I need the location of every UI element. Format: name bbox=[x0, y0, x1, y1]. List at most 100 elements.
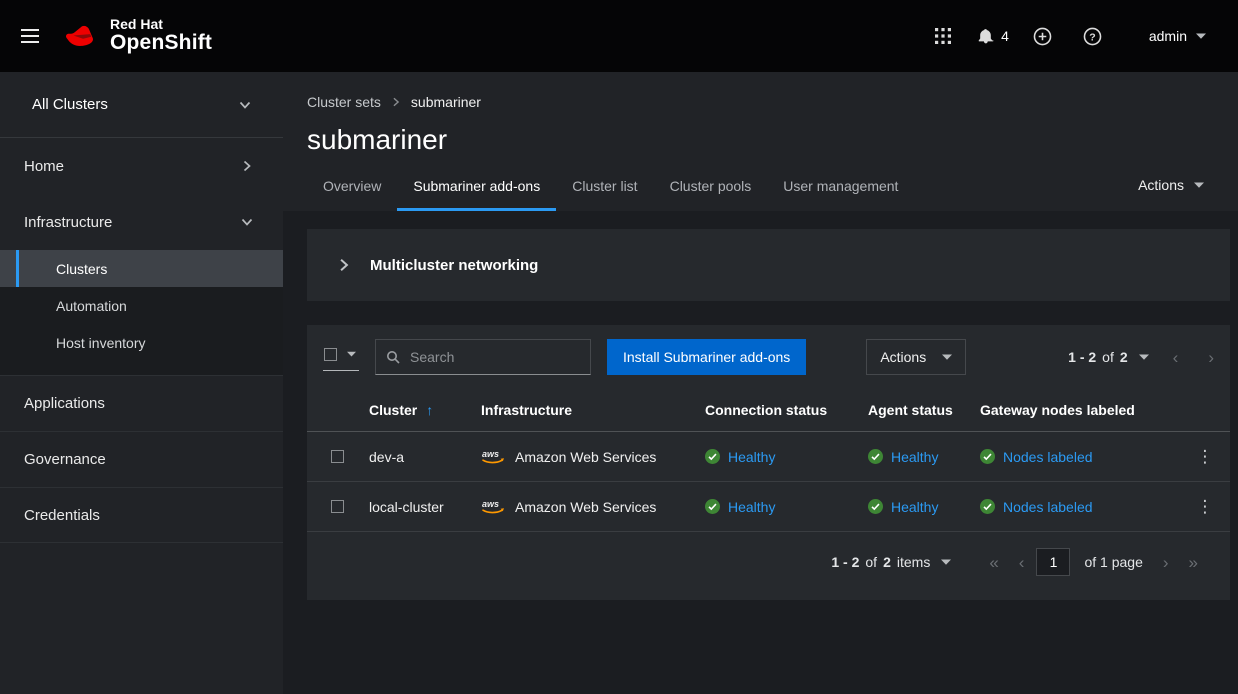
header-checkbox-spacer bbox=[307, 397, 369, 423]
cluster-name: local-cluster bbox=[369, 499, 481, 515]
gateway-nodes-link[interactable]: Nodes labeled bbox=[1003, 499, 1093, 515]
app-launcher-button[interactable] bbox=[923, 16, 963, 56]
pagination-total: 2 bbox=[883, 554, 891, 570]
pagination-of-label: of bbox=[865, 554, 877, 570]
tab-overview[interactable]: Overview bbox=[307, 164, 397, 211]
check-circle-icon bbox=[980, 449, 995, 464]
user-menu-dropdown[interactable]: admin bbox=[1143, 27, 1212, 45]
select-all-checkbox[interactable] bbox=[324, 348, 337, 361]
sidebar-item-clusters[interactable]: Clusters bbox=[0, 250, 283, 287]
agent-status-link[interactable]: Healthy bbox=[891, 449, 938, 465]
check-circle-icon bbox=[868, 499, 883, 514]
column-header-connection-status: Connection status bbox=[705, 389, 868, 431]
cluster-selector-dropdown[interactable]: All Clusters bbox=[0, 72, 283, 138]
pagination-items-menu[interactable]: 1 - 2 of 2 items bbox=[831, 554, 951, 570]
table-header-row: Cluster ↑ Infrastructure Connection stat… bbox=[307, 389, 1230, 432]
sidebar-credentials-label: Credentials bbox=[24, 507, 100, 524]
bell-icon bbox=[977, 28, 994, 45]
check-circle-icon bbox=[980, 499, 995, 514]
toolbar-actions-label: Actions bbox=[880, 349, 926, 365]
expand-toggle-button[interactable] bbox=[337, 258, 351, 272]
row-checkbox[interactable] bbox=[331, 500, 344, 513]
prev-page-button[interactable]: ‹ bbox=[1173, 349, 1179, 366]
svg-text:?: ? bbox=[1090, 31, 1096, 43]
caret-down-icon bbox=[347, 351, 356, 357]
infrastructure-label: Amazon Web Services bbox=[515, 499, 656, 515]
row-kebab-menu[interactable]: ⋮ bbox=[1191, 448, 1220, 465]
breadcrumb-current: submariner bbox=[411, 92, 481, 112]
help-button[interactable]: ? bbox=[1073, 16, 1113, 56]
infrastructure-subnav: Clusters Automation Host inventory bbox=[0, 250, 283, 375]
breadcrumb: Cluster sets submariner bbox=[307, 92, 1214, 112]
search-input[interactable] bbox=[408, 348, 580, 366]
chevron-down-icon bbox=[239, 99, 251, 111]
gateway-nodes-link[interactable]: Nodes labeled bbox=[1003, 449, 1093, 465]
column-header-cluster[interactable]: Cluster ↑ bbox=[369, 402, 473, 418]
sidebar-item-governance[interactable]: Governance bbox=[0, 431, 283, 487]
page-actions-label: Actions bbox=[1138, 177, 1184, 193]
check-circle-icon bbox=[705, 449, 720, 464]
last-page-button[interactable]: » bbox=[1189, 554, 1198, 571]
notifications-button[interactable]: 4 bbox=[973, 16, 1013, 56]
bottom-pagination: 1 - 2 of 2 items « ‹ of 1 page › » bbox=[307, 532, 1230, 600]
sidebar-item-host-inventory[interactable]: Host inventory bbox=[0, 324, 283, 361]
tab-user-management[interactable]: User management bbox=[767, 164, 914, 211]
brand-openshift-label: OpenShift bbox=[110, 32, 212, 55]
bulk-select-dropdown[interactable] bbox=[323, 344, 359, 371]
pagination-nav-right: › » bbox=[1163, 554, 1198, 571]
prev-page-button[interactable]: ‹ bbox=[1019, 554, 1025, 571]
next-page-button[interactable]: › bbox=[1208, 349, 1214, 366]
sidebar-item-infrastructure[interactable]: Infrastructure bbox=[0, 194, 283, 250]
tab-submariner-add-ons[interactable]: Submariner add-ons bbox=[397, 164, 556, 211]
openshift-logo: Red Hat OpenShift bbox=[64, 17, 212, 55]
next-page-button[interactable]: › bbox=[1163, 554, 1169, 571]
chevron-right-icon bbox=[337, 258, 351, 272]
first-page-button[interactable]: « bbox=[989, 554, 998, 571]
current-page-input[interactable] bbox=[1036, 548, 1070, 576]
page-of-label: of 1 page bbox=[1084, 554, 1142, 570]
sidebar-item-automation[interactable]: Automation bbox=[0, 287, 283, 324]
tab-cluster-list[interactable]: Cluster list bbox=[556, 164, 653, 211]
masthead: Red Hat OpenShift 4 ? admin bbox=[0, 0, 1238, 72]
pagination-of-label: of bbox=[1102, 349, 1114, 365]
caret-down-icon bbox=[1196, 33, 1206, 39]
username-label: admin bbox=[1149, 28, 1187, 44]
caret-down-icon bbox=[1194, 182, 1204, 188]
agent-status-link[interactable]: Healthy bbox=[891, 499, 938, 515]
connection-status-link[interactable]: Healthy bbox=[728, 449, 775, 465]
sidebar-item-home[interactable]: Home bbox=[0, 138, 283, 194]
sidebar-governance-label: Governance bbox=[24, 451, 106, 468]
pagination-options-menu[interactable]: 1 - 2 of 2 bbox=[1068, 349, 1149, 365]
tabs: Overview Submariner add-ons Cluster list… bbox=[307, 164, 914, 211]
page-actions-dropdown[interactable]: Actions bbox=[1138, 177, 1214, 211]
infrastructure-cell: aws Amazon Web Services bbox=[481, 448, 705, 465]
pagination-nav-left: « ‹ bbox=[989, 554, 1024, 571]
toolbar-actions-dropdown[interactable]: Actions bbox=[866, 339, 966, 375]
tab-cluster-pools[interactable]: Cluster pools bbox=[654, 164, 768, 211]
import-cluster-button[interactable] bbox=[1023, 16, 1063, 56]
question-circle-icon: ? bbox=[1083, 27, 1102, 46]
install-submariner-addons-button[interactable]: Install Submariner add-ons bbox=[607, 339, 806, 375]
redhat-fedora-icon bbox=[64, 24, 100, 48]
row-kebab-menu[interactable]: ⋮ bbox=[1191, 498, 1220, 515]
pagination-total: 2 bbox=[1120, 349, 1128, 365]
caret-down-icon bbox=[941, 559, 951, 565]
multicluster-networking-card: Multicluster networking bbox=[307, 229, 1230, 301]
search-box bbox=[375, 339, 591, 375]
top-pagination-nav: ‹ › bbox=[1173, 349, 1214, 366]
cluster-selector-label: All Clusters bbox=[32, 96, 108, 113]
brand-redhat-label: Red Hat bbox=[110, 17, 212, 32]
sidebar-item-credentials[interactable]: Credentials bbox=[0, 487, 283, 543]
connection-status-link[interactable]: Healthy bbox=[728, 499, 775, 515]
svg-text:aws: aws bbox=[482, 449, 499, 459]
sidebar-item-applications[interactable]: Applications bbox=[0, 375, 283, 431]
breadcrumb-link-cluster-sets[interactable]: Cluster sets bbox=[307, 92, 381, 112]
pagination-items-label: items bbox=[897, 554, 930, 570]
global-nav-toggle-button[interactable] bbox=[10, 16, 50, 56]
table-row: dev-a aws Amazon Web Services Healthy He… bbox=[307, 432, 1230, 482]
expandable-card-title: Multicluster networking bbox=[370, 257, 538, 274]
row-checkbox[interactable] bbox=[331, 450, 344, 463]
header-actions-spacer bbox=[1180, 397, 1230, 423]
pagination-range: 1 - 2 bbox=[831, 554, 859, 570]
page-title: submariner bbox=[307, 124, 1214, 156]
